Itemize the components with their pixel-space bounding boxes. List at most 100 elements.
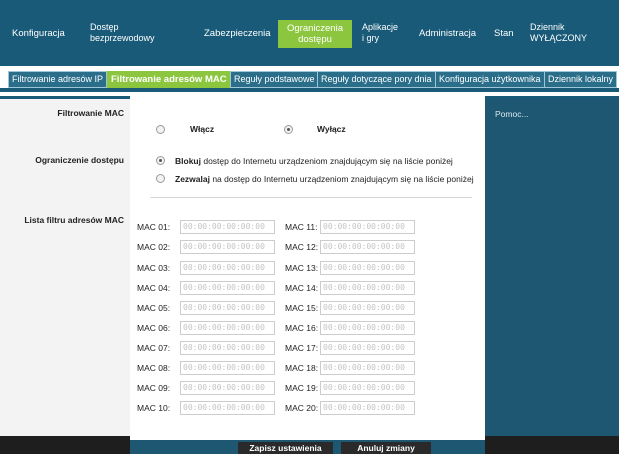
mac-address-input[interactable]: 00:00:00:00:00:00 bbox=[320, 261, 415, 275]
mac-label: MAC 12: bbox=[285, 242, 319, 252]
disable-radio[interactable] bbox=[284, 125, 293, 134]
allow-label-bold: Zezwalaj bbox=[175, 174, 210, 184]
nav-administracja[interactable]: Administracja bbox=[419, 28, 476, 39]
mac-label: MAC 19: bbox=[285, 383, 319, 393]
mac-address-input[interactable]: 00:00:00:00:00:00 bbox=[320, 301, 415, 315]
mac-address-input[interactable]: 00:00:00:00:00:00 bbox=[320, 381, 415, 395]
mac-label: MAC 04: bbox=[137, 283, 171, 293]
left-footer bbox=[0, 436, 130, 454]
mac-address-input[interactable]: 00:00:00:00:00:00 bbox=[180, 301, 275, 315]
mac-address-input[interactable]: 00:00:00:00:00:00 bbox=[320, 341, 415, 355]
allow-label-rest: na dostęp do Internetu urządzeniom znajd… bbox=[209, 174, 474, 184]
mac-placeholder-text: 00:00:00:00:00:00 bbox=[323, 303, 405, 312]
top-navigation: Konfiguracja Dostęp bezprzewodowy Zabezp… bbox=[0, 0, 619, 66]
mac-label: MAC 14: bbox=[285, 283, 319, 293]
allow-radio[interactable] bbox=[156, 174, 165, 183]
mac-label: MAC 08: bbox=[137, 363, 171, 373]
nav-konfiguracja[interactable]: Konfiguracja bbox=[12, 28, 65, 39]
help-panel: Pomoc... bbox=[485, 96, 619, 454]
mac-label: MAC 06: bbox=[137, 323, 171, 333]
mac-label: MAC 18: bbox=[285, 363, 319, 373]
tab-konfiguracja-uzytkownika[interactable]: Konfiguracja użytkownika bbox=[435, 71, 545, 88]
section-title: Filtrowanie MAC bbox=[57, 108, 124, 118]
tab-reguly-pory-dnia[interactable]: Reguły dotyczące pory dnia bbox=[317, 71, 436, 88]
mac-address-input[interactable]: 00:00:00:00:00:00 bbox=[180, 220, 275, 234]
cancel-button[interactable]: Anuluj zmiany bbox=[341, 442, 431, 454]
mac-address-input[interactable]: 00:00:00:00:00:00 bbox=[320, 361, 415, 375]
mac-address-input[interactable]: 00:00:00:00:00:00 bbox=[320, 240, 415, 254]
mac-placeholder-text: 00:00:00:00:00:00 bbox=[183, 303, 265, 312]
nav-dziennik[interactable]: Dziennik WYŁĄCZONY bbox=[530, 22, 587, 44]
mac-address-input[interactable]: 00:00:00:00:00:00 bbox=[180, 361, 275, 375]
mac-placeholder-text: 00:00:00:00:00:00 bbox=[323, 403, 405, 412]
block-label-bold: Blokuj bbox=[175, 156, 201, 166]
tab-filtrowanie-ip[interactable]: Filtrowanie adresów IP bbox=[8, 71, 108, 88]
mac-placeholder-text: 00:00:00:00:00:00 bbox=[183, 242, 265, 251]
block-label: Blokuj dostęp do Internetu urządzeniom z… bbox=[175, 156, 453, 166]
nav-ograniczenia-dostepu[interactable]: Ograniczenia dostępu bbox=[278, 20, 352, 48]
mac-label: MAC 13: bbox=[285, 263, 319, 273]
mac-label: MAC 16: bbox=[285, 323, 319, 333]
enable-radio[interactable] bbox=[156, 125, 165, 134]
help-footer bbox=[485, 436, 619, 454]
mac-address-input[interactable]: 00:00:00:00:00:00 bbox=[320, 401, 415, 415]
mac-address-input[interactable]: 00:00:00:00:00:00 bbox=[320, 281, 415, 295]
mac-label: MAC 07: bbox=[137, 343, 171, 353]
enable-label: Włącz bbox=[190, 124, 215, 134]
mac-label: MAC 17: bbox=[285, 343, 319, 353]
divider bbox=[150, 197, 472, 198]
mac-placeholder-text: 00:00:00:00:00:00 bbox=[183, 323, 265, 332]
block-label-rest: dostęp do Internetu urządzeniom znajdują… bbox=[200, 156, 453, 166]
tab-filtrowanie-mac[interactable]: Filtrowanie adresów MAC bbox=[107, 71, 231, 88]
mac-list-label: Lista filtru adresów MAC bbox=[24, 215, 124, 225]
mac-placeholder-text: 00:00:00:00:00:00 bbox=[323, 383, 405, 392]
mac-address-input[interactable]: 00:00:00:00:00:00 bbox=[180, 281, 275, 295]
mac-placeholder-text: 00:00:00:00:00:00 bbox=[183, 363, 265, 372]
mac-address-input[interactable]: 00:00:00:00:00:00 bbox=[180, 401, 275, 415]
left-labels-column: Filtrowanie MAC Ograniczenie dostępu Lis… bbox=[0, 96, 130, 454]
mac-label: MAC 02: bbox=[137, 242, 171, 252]
allow-label: Zezwalaj na dostęp do Internetu urządzen… bbox=[175, 174, 474, 184]
mac-placeholder-text: 00:00:00:00:00:00 bbox=[183, 383, 265, 392]
mac-label: MAC 03: bbox=[137, 263, 171, 273]
mac-placeholder-text: 00:00:00:00:00:00 bbox=[183, 343, 265, 352]
nav-zabezpieczenia[interactable]: Zabezpieczenia bbox=[204, 28, 271, 39]
mac-placeholder-text: 00:00:00:00:00:00 bbox=[323, 263, 405, 272]
tab-dziennik-lokalny[interactable]: Dziennik lokalny bbox=[544, 71, 618, 88]
mac-label: MAC 05: bbox=[137, 303, 171, 313]
mac-placeholder-text: 00:00:00:00:00:00 bbox=[323, 242, 405, 251]
mac-placeholder-text: 00:00:00:00:00:00 bbox=[183, 222, 265, 231]
block-radio[interactable] bbox=[156, 156, 165, 165]
mac-placeholder-text: 00:00:00:00:00:00 bbox=[323, 283, 405, 292]
mac-label: MAC 01: bbox=[137, 222, 171, 232]
save-button[interactable]: Zapisz ustawienia bbox=[238, 442, 333, 454]
nav-aplikacje-i-gry[interactable]: Aplikacje i gry bbox=[362, 22, 398, 44]
mac-label: MAC 11: bbox=[285, 222, 318, 232]
mac-label: MAC 09: bbox=[137, 383, 171, 393]
bottom-action-bar: Zapisz ustawienia Anuluj zmiany bbox=[130, 440, 485, 454]
sub-tabs-bar: Filtrowanie adresów IP Filtrowanie adres… bbox=[0, 66, 619, 92]
mac-placeholder-text: 00:00:00:00:00:00 bbox=[323, 222, 405, 231]
mac-label: MAC 15: bbox=[285, 303, 319, 313]
mac-label: MAC 10: bbox=[137, 403, 171, 413]
disable-label: Wyłącz bbox=[317, 124, 346, 134]
mac-placeholder-text: 00:00:00:00:00:00 bbox=[323, 323, 405, 332]
mac-address-input[interactable]: 00:00:00:00:00:00 bbox=[180, 240, 275, 254]
mac-address-input[interactable]: 00:00:00:00:00:00 bbox=[180, 321, 275, 335]
help-link[interactable]: Pomoc... bbox=[495, 109, 529, 119]
tab-reguly-podstawowe[interactable]: Reguły podstawowe bbox=[230, 71, 319, 88]
access-restriction-label: Ograniczenie dostępu bbox=[35, 155, 124, 165]
mac-address-input[interactable]: 00:00:00:00:00:00 bbox=[320, 321, 415, 335]
mac-address-input[interactable]: 00:00:00:00:00:00 bbox=[180, 381, 275, 395]
nav-stan[interactable]: Stan bbox=[494, 28, 514, 39]
mac-address-input[interactable]: 00:00:00:00:00:00 bbox=[180, 341, 275, 355]
main-panel: Włącz Wyłącz Blokuj dostęp do Internetu … bbox=[130, 96, 485, 454]
mac-address-input[interactable]: 00:00:00:00:00:00 bbox=[180, 261, 275, 275]
mac-placeholder-text: 00:00:00:00:00:00 bbox=[183, 263, 265, 272]
mac-placeholder-text: 00:00:00:00:00:00 bbox=[323, 343, 405, 352]
mac-label: MAC 20: bbox=[285, 403, 319, 413]
nav-dostep-bezprzewodowy[interactable]: Dostęp bezprzewodowy bbox=[90, 22, 155, 44]
mac-address-input[interactable]: 00:00:00:00:00:00 bbox=[320, 220, 415, 234]
mac-placeholder-text: 00:00:00:00:00:00 bbox=[183, 283, 265, 292]
mac-placeholder-text: 00:00:00:00:00:00 bbox=[323, 363, 405, 372]
